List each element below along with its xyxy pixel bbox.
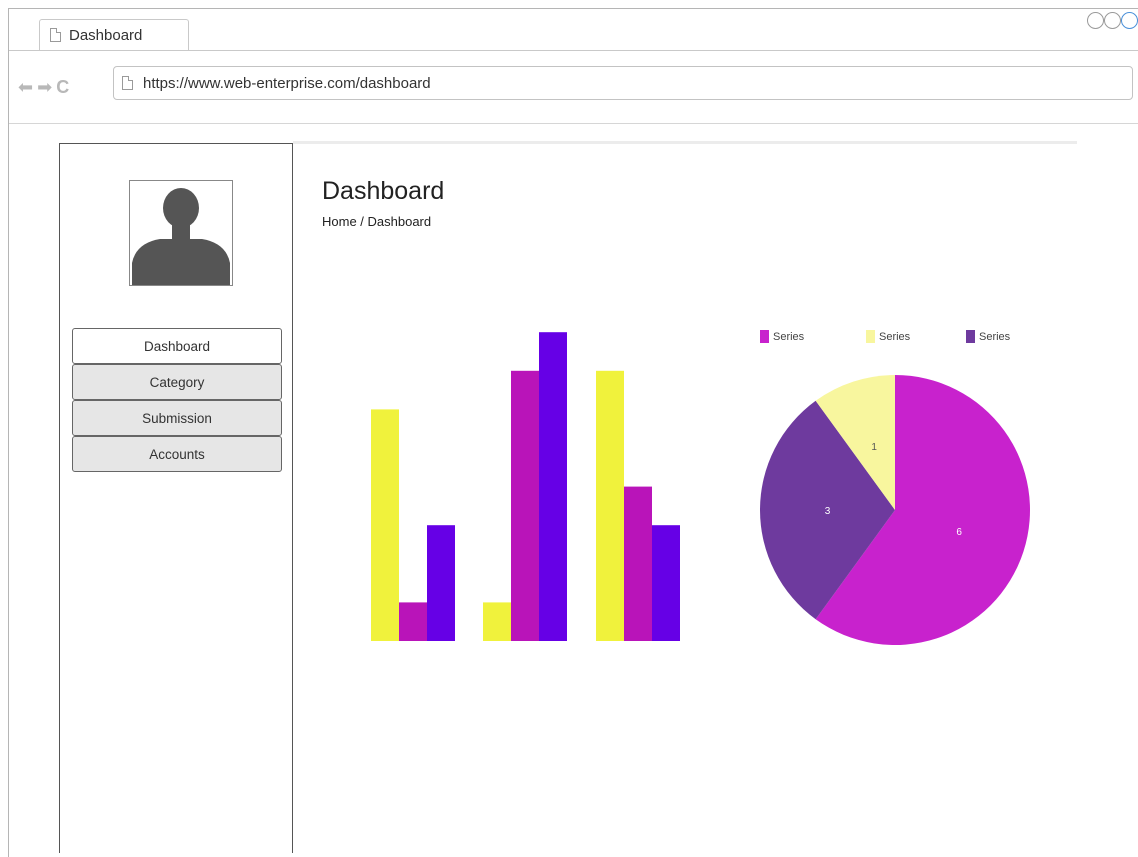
pie-chart: 6 3 1 (760, 375, 1031, 645)
pie-data-label: 6 (956, 527, 962, 538)
pie-data-label: 1 (871, 442, 877, 453)
pie-data-label: 3 (825, 506, 831, 517)
